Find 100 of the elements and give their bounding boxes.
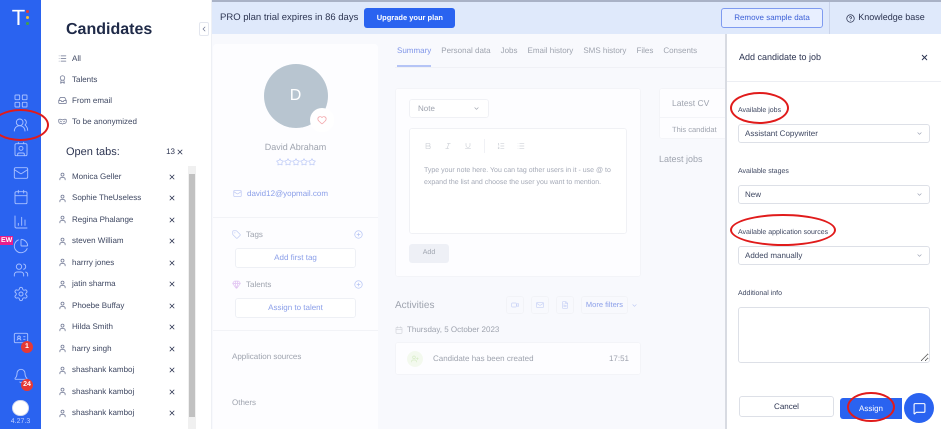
open-tab-link[interactable]: shashank kamboj bbox=[72, 386, 168, 398]
scrollbar[interactable] bbox=[188, 166, 196, 429]
remove-sample-button[interactable]: Remove sample data bbox=[721, 8, 823, 28]
star-icon[interactable] bbox=[308, 158, 316, 166]
activity-text: Candidate has been created bbox=[433, 352, 534, 364]
open-tab-link[interactable]: harrry jones bbox=[72, 256, 168, 269]
filter-item[interactable]: Talents bbox=[58, 69, 196, 90]
collapse-button[interactable] bbox=[198, 22, 208, 36]
select-field[interactable]: New bbox=[738, 185, 930, 204]
person-icon bbox=[58, 280, 67, 289]
section-label: Talents bbox=[246, 278, 272, 290]
open-tab-link[interactable]: steven William bbox=[72, 235, 168, 248]
star-icon[interactable] bbox=[300, 158, 308, 166]
open-tab-link[interactable]: jatin sharma bbox=[72, 278, 168, 290]
trial-notice: PRO plan trial expires in 86 days bbox=[220, 10, 358, 25]
close-icon[interactable] bbox=[168, 366, 176, 374]
chat-button[interactable] bbox=[904, 393, 934, 423]
person-icon bbox=[58, 344, 67, 354]
cancel-button[interactable]: Cancel bbox=[739, 396, 834, 418]
candidate-name: David Abraham bbox=[264, 141, 326, 154]
open-tab-link[interactable]: Regina Phalange bbox=[72, 214, 168, 226]
nav-icon[interactable] bbox=[12, 117, 28, 134]
star-icon[interactable] bbox=[292, 158, 300, 166]
person-icon bbox=[58, 172, 67, 182]
mail-icon bbox=[233, 189, 242, 198]
open-tab-link[interactable]: harry singh bbox=[72, 342, 168, 355]
person-icon bbox=[58, 408, 67, 418]
close-icon[interactable] bbox=[168, 302, 176, 310]
close-icon[interactable] bbox=[168, 280, 176, 288]
close-all-icon[interactable] bbox=[176, 148, 184, 156]
add-icon[interactable] bbox=[354, 280, 363, 289]
bullet-list-icon[interactable] bbox=[517, 142, 525, 150]
nav-icon[interactable] bbox=[12, 93, 28, 110]
app-logo[interactable]: T bbox=[12, 6, 26, 29]
person-icon bbox=[58, 258, 67, 268]
close-icon[interactable] bbox=[168, 258, 176, 267]
file-icon bbox=[560, 301, 569, 309]
filter-item[interactable]: To be anonymized bbox=[58, 111, 196, 132]
nav-icon[interactable] bbox=[12, 286, 28, 302]
open-tab-link[interactable]: shashank kamboj bbox=[72, 407, 168, 420]
activity-date: Thursday, 5 October 2023 bbox=[407, 324, 500, 336]
add-icon[interactable] bbox=[354, 230, 363, 239]
section-icon bbox=[232, 280, 241, 289]
panel-title: Candidates bbox=[66, 20, 154, 40]
assign-button[interactable]: Assign bbox=[840, 398, 902, 419]
chat-icon bbox=[912, 402, 926, 414]
section-label: Others bbox=[232, 396, 258, 408]
close-icon[interactable] bbox=[168, 323, 176, 332]
close-icon[interactable] bbox=[168, 237, 176, 246]
caret-icon bbox=[473, 105, 480, 112]
select-field[interactable]: Added manually bbox=[738, 246, 930, 265]
latest-jobs-title: Latest jobs bbox=[659, 153, 704, 166]
open-tab-link[interactable]: shashank kamboj bbox=[72, 364, 168, 376]
caret-icon bbox=[916, 252, 923, 259]
star-icon[interactable] bbox=[276, 158, 284, 166]
calendar-icon bbox=[395, 326, 403, 334]
filter-icon bbox=[58, 75, 67, 84]
close-icon[interactable] bbox=[168, 172, 176, 181]
close-icon[interactable] bbox=[168, 344, 176, 353]
open-tab-link[interactable]: Hilda Smith bbox=[72, 321, 168, 334]
caret-icon bbox=[916, 130, 923, 137]
close-icon[interactable] bbox=[168, 216, 176, 224]
filter-icon bbox=[58, 117, 67, 126]
nav-icon[interactable] bbox=[12, 165, 28, 182]
person-icon bbox=[58, 366, 67, 375]
section-title: Open tabs: bbox=[66, 144, 120, 160]
italic-icon[interactable] bbox=[444, 142, 452, 150]
nav-icon[interactable] bbox=[12, 238, 28, 254]
open-tab-link[interactable]: Monica Geller bbox=[72, 170, 168, 183]
person-icon bbox=[58, 301, 67, 310]
heart-icon bbox=[316, 115, 326, 125]
user-avatar[interactable] bbox=[12, 400, 29, 416]
activity-icon bbox=[407, 350, 423, 366]
nav-icon[interactable] bbox=[12, 189, 28, 206]
nav-icon[interactable] bbox=[12, 262, 28, 278]
filter-icon bbox=[58, 96, 67, 105]
filter-icon bbox=[58, 54, 67, 63]
person-icon bbox=[58, 194, 67, 203]
drawer-title: Add candidate to job bbox=[739, 50, 822, 64]
section-label: Application sources bbox=[232, 350, 302, 362]
close-icon[interactable] bbox=[168, 409, 176, 418]
filter-item[interactable]: From email bbox=[58, 90, 196, 111]
nav-icon[interactable] bbox=[12, 141, 28, 158]
star-icon[interactable] bbox=[284, 158, 292, 166]
select-field[interactable]: Assistant Copywriter bbox=[738, 124, 930, 143]
tab-count: 13 bbox=[166, 146, 175, 158]
logo-dots-icon bbox=[26, 10, 30, 26]
mail-icon bbox=[536, 301, 544, 309]
bold-icon[interactable] bbox=[424, 142, 432, 150]
open-tab-link[interactable]: Phoebe Buffay bbox=[72, 300, 168, 312]
underline-icon[interactable] bbox=[464, 142, 472, 150]
numbered-list-icon[interactable] bbox=[497, 142, 505, 150]
close-icon[interactable] bbox=[920, 53, 929, 62]
close-icon[interactable] bbox=[168, 194, 176, 202]
filter-item[interactable]: All bbox=[58, 48, 196, 69]
open-tab-link[interactable]: Sophie TheUseless bbox=[72, 192, 168, 204]
caret-icon bbox=[916, 191, 923, 198]
nav-icon[interactable] bbox=[12, 214, 28, 230]
person-icon bbox=[58, 322, 67, 332]
close-icon[interactable] bbox=[168, 388, 176, 396]
